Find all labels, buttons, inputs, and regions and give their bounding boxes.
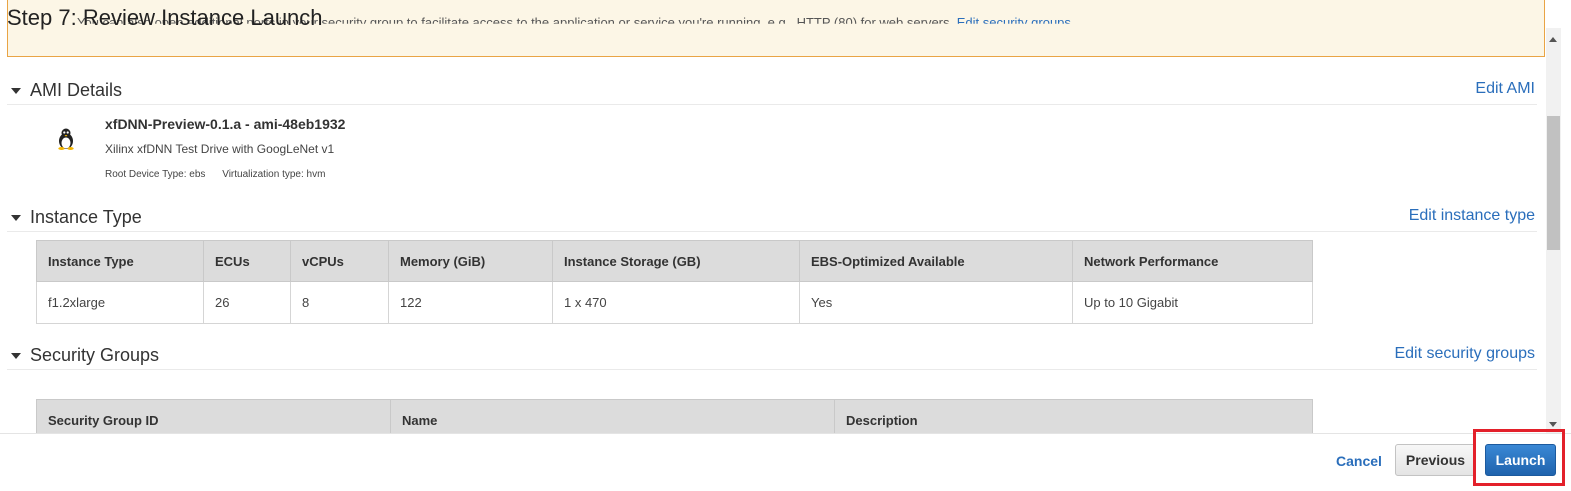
review-content: You can also open additional ports in yo… (0, 0, 1546, 433)
launch-button[interactable]: Launch (1485, 444, 1556, 476)
table-cell: 26 (203, 281, 291, 324)
instance-type-table: Instance Type ECUs vCPUs Memory (GiB) In… (36, 240, 1313, 324)
column-header: vCPUs (290, 240, 389, 282)
edit-security-groups-link-inline[interactable]: Edit security groups (957, 15, 1071, 24)
table-cell: 1 x 470 (552, 281, 800, 324)
column-header: EBS-Optimized Available (799, 240, 1073, 282)
edit-security-groups-link[interactable]: Edit security groups (1394, 345, 1535, 363)
table-cell: 122 (388, 281, 553, 324)
column-header: Memory (GiB) (388, 240, 553, 282)
page-title: Step 7: Review Instance Launch (7, 5, 323, 30)
cancel-button[interactable]: Cancel (1336, 453, 1382, 469)
ami-meta: Root Device Type: ebs Virtualization typ… (105, 169, 339, 180)
edit-instance-type-link[interactable]: Edit instance type (1409, 207, 1535, 225)
edit-ami-link[interactable]: Edit AMI (1475, 80, 1535, 98)
wizard-footer: Cancel Previous Launch (0, 429, 1571, 491)
security-groups-table: Security Group ID Name Description (36, 399, 1313, 433)
table-header-row: Instance Type ECUs vCPUs Memory (GiB) In… (36, 240, 1313, 282)
column-header: Name (390, 399, 835, 433)
table-header-row: Security Group ID Name Description (36, 399, 1313, 433)
collapse-caret-icon[interactable] (11, 353, 21, 359)
root-device-type: Root Device Type: ebs (105, 169, 206, 180)
instance-type-title: Instance Type (30, 207, 142, 227)
previous-button[interactable]: Previous (1395, 444, 1476, 476)
collapse-caret-icon[interactable] (11, 88, 21, 94)
ami-details-title: AMI Details (30, 80, 123, 100)
ami-name: xfDNN-Preview-0.1.a - ami-48eb1932 (105, 116, 346, 132)
table-cell: f1.2xlarge (36, 281, 204, 324)
column-header: ECUs (203, 240, 291, 282)
scroll-up-arrow-icon[interactable] (1549, 37, 1557, 42)
instance-type-header: Instance Type Edit instance type (7, 207, 1537, 232)
collapse-caret-icon[interactable] (11, 215, 21, 221)
scrollbar-thumb[interactable] (1547, 116, 1560, 250)
scroll-down-arrow-icon[interactable] (1549, 422, 1557, 427)
table-cell: 8 (290, 281, 389, 324)
column-header: Network Performance (1072, 240, 1313, 282)
security-groups-header: Security Groups Edit security groups (7, 345, 1537, 370)
security-groups-title: Security Groups (30, 345, 160, 365)
vertical-scrollbar[interactable] (1546, 28, 1561, 433)
ami-description: Xilinx xfDNN Test Drive with GoogLeNet v… (105, 142, 335, 156)
column-header: Instance Type (36, 240, 204, 282)
column-header: Description (834, 399, 1313, 433)
ami-details-header: AMI Details Edit AMI (7, 80, 1537, 105)
table-cell: Yes (799, 281, 1073, 324)
linux-tux-icon (58, 128, 74, 150)
column-header: Instance Storage (GB) (552, 240, 800, 282)
virtualization-type: Virtualization type: hvm (222, 169, 326, 180)
table-cell: Up to 10 Gigabit (1072, 281, 1313, 324)
table-row: f1.2xlarge 26 8 122 1 x 470 Yes Up to 10… (36, 281, 1313, 324)
column-header: Security Group ID (36, 399, 391, 433)
